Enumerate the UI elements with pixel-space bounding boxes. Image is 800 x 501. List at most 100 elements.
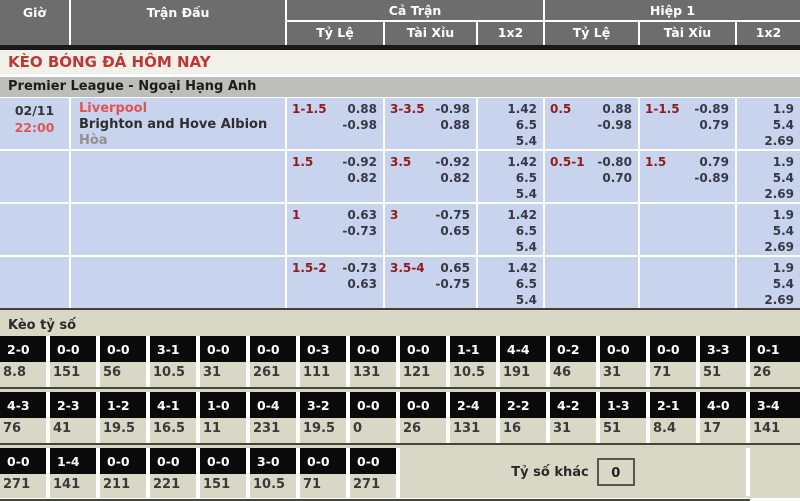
ft-handicap-cell[interactable]: 1-1.50.88-0.98 [287, 98, 385, 149]
score-cell[interactable]: 1-110.5 [450, 336, 500, 387]
score-cell[interactable]: 4-4191 [500, 336, 550, 387]
subheader-overunder-full: Tài Xỉu [385, 22, 478, 45]
score-cell[interactable]: 0-0131 [350, 336, 400, 387]
match-cell[interactable] [71, 151, 287, 202]
score-cell[interactable]: 0-3111 [300, 336, 350, 387]
h1-handicap-cell[interactable] [545, 257, 640, 308]
score-cell[interactable]: 4-017 [700, 392, 750, 443]
score-row: 0-02711-41410-02110-02210-01513-010.50-0… [0, 448, 800, 501]
score-cell[interactable]: 1-219.5 [100, 392, 150, 443]
odds-row: 1.5-0.920.823.5-0.920.821.426.55.40.5-1-… [0, 151, 800, 202]
score-cell[interactable]: 0-031 [600, 336, 650, 387]
score-cell[interactable]: 4-376 [0, 392, 50, 443]
score-box: 4-0 [700, 392, 746, 418]
score-cell[interactable]: 0-0271 [0, 448, 50, 499]
odds-value: 1.42 [478, 260, 537, 276]
score-cell[interactable]: 4-231 [550, 392, 600, 443]
score-cell[interactable]: 0-0151 [50, 336, 100, 387]
score-cell[interactable]: 0-126 [750, 336, 800, 387]
ft-1x2-cell[interactable]: 1.426.55.4 [478, 257, 545, 308]
h1-1x2-cell[interactable]: 1.95.42.69 [737, 257, 800, 308]
ft-overunder-cell[interactable]: 3-3.5-0.980.88 [385, 98, 478, 149]
score-odds: 271 [0, 474, 46, 499]
score-cell[interactable]: 1-011 [200, 392, 250, 443]
score-odds: 41 [50, 418, 96, 443]
score-cell[interactable]: 0-0271 [350, 448, 400, 499]
score-cell[interactable]: 2-18.4 [650, 392, 700, 443]
score-cell[interactable]: 0-071 [300, 448, 350, 499]
odds-row: 02/1122:00LiverpoolBrighton and Hove Alb… [0, 98, 800, 149]
other-score-box[interactable]: 0 [597, 458, 635, 486]
h1-handicap-cell[interactable]: 0.50.88-0.98 [545, 98, 640, 149]
odds-value: -0.73 [342, 260, 377, 276]
home-team[interactable]: Liverpool [79, 101, 285, 117]
score-cell[interactable]: 2-216 [500, 392, 550, 443]
score-cell[interactable]: 0-0121 [400, 336, 450, 387]
h1-1x2-cell[interactable]: 1.95.42.69 [737, 204, 800, 255]
score-cell[interactable]: 0-031 [200, 336, 250, 387]
handicap-line: 1-1.5 [292, 101, 327, 117]
score-cell[interactable]: 2-341 [50, 392, 100, 443]
odds-value: 0.63 [347, 207, 377, 223]
score-odds: 71 [650, 362, 696, 387]
handicap-line: 1.5 [645, 154, 666, 170]
score-cell[interactable]: 0-246 [550, 336, 600, 387]
score-cell[interactable]: 3-351 [700, 336, 750, 387]
score-box: 4-3 [0, 392, 46, 418]
odds-value: 1.42 [478, 101, 537, 117]
match-cell[interactable] [71, 204, 287, 255]
score-cell[interactable]: 2-08.8 [0, 336, 50, 387]
ft-handicap-cell[interactable]: 10.63-0.73 [287, 204, 385, 255]
score-cell[interactable]: 1-351 [600, 392, 650, 443]
score-cell[interactable]: 3-110.5 [150, 336, 200, 387]
h1-handicap-cell[interactable] [545, 204, 640, 255]
odds-value: -0.92 [342, 154, 377, 170]
score-cell[interactable]: 1-4141 [50, 448, 100, 499]
score-cell[interactable]: 3-4141 [750, 392, 800, 443]
match-cell[interactable]: LiverpoolBrighton and Hove AlbionHòa [71, 98, 287, 149]
ft-overunder-cell[interactable]: 3.5-0.920.82 [385, 151, 478, 202]
score-cell[interactable]: 0-0261 [250, 336, 300, 387]
score-cell[interactable]: 0-071 [650, 336, 700, 387]
match-cell[interactable] [71, 257, 287, 308]
score-box: 3-0 [250, 448, 296, 474]
ft-1x2-cell[interactable]: 1.426.55.4 [478, 204, 545, 255]
score-odds: 10.5 [150, 362, 196, 387]
ft-overunder-cell[interactable]: 3-0.750.65 [385, 204, 478, 255]
h1-overunder-cell[interactable]: 1.50.79-0.89 [640, 151, 737, 202]
score-cell[interactable]: 3-219.5 [300, 392, 350, 443]
ft-handicap-cell[interactable]: 1.5-2-0.730.63 [287, 257, 385, 308]
score-cell[interactable]: 0-0151 [200, 448, 250, 499]
h1-handicap-cell[interactable]: 0.5-1-0.800.70 [545, 151, 640, 202]
ft-1x2-cell[interactable]: 1.426.55.4 [478, 98, 545, 149]
score-cell[interactable]: 0-0221 [150, 448, 200, 499]
score-odds: 76 [0, 418, 46, 443]
score-cell[interactable]: 0-026 [400, 392, 450, 443]
score-cell[interactable]: 0-056 [100, 336, 150, 387]
h1-overunder-cell[interactable] [640, 204, 737, 255]
h1-overunder-cell[interactable]: 1-1.5-0.890.79 [640, 98, 737, 149]
score-row: 2-08.80-01510-0563-110.50-0310-02610-311… [0, 336, 800, 389]
score-cell[interactable]: 0-4231 [250, 392, 300, 443]
ft-1x2-cell[interactable]: 1.426.55.4 [478, 151, 545, 202]
h1-1x2-cell[interactable]: 1.95.42.69 [737, 98, 800, 149]
score-cell[interactable]: 0-00 [350, 392, 400, 443]
draw-label: Hòa [79, 133, 285, 149]
odds-value: 5.4 [737, 170, 794, 186]
score-box: 0-0 [350, 336, 396, 362]
score-cell[interactable]: 2-4131 [450, 392, 500, 443]
score-box: 1-2 [100, 392, 146, 418]
score-cell[interactable]: 4-116.5 [150, 392, 200, 443]
ft-handicap-cell[interactable]: 1.5-0.920.82 [287, 151, 385, 202]
score-cell[interactable]: 0-0211 [100, 448, 150, 499]
time-cell: 02/1122:00 [0, 98, 71, 149]
league-header[interactable]: Premier League - Ngoại Hạng Anh [0, 77, 800, 97]
score-box: 0-0 [350, 392, 396, 418]
group-full-match: Cả Trận Tỷ Lệ Tài Xỉu 1x2 [287, 0, 545, 45]
h1-overunder-cell[interactable] [640, 257, 737, 308]
away-team[interactable]: Brighton and Hove Albion [79, 117, 285, 133]
h1-1x2-cell[interactable]: 1.95.42.69 [737, 151, 800, 202]
ft-overunder-cell[interactable]: 3.5-40.65-0.75 [385, 257, 478, 308]
score-box: 0-0 [400, 392, 446, 418]
score-cell[interactable]: 3-010.5 [250, 448, 300, 499]
